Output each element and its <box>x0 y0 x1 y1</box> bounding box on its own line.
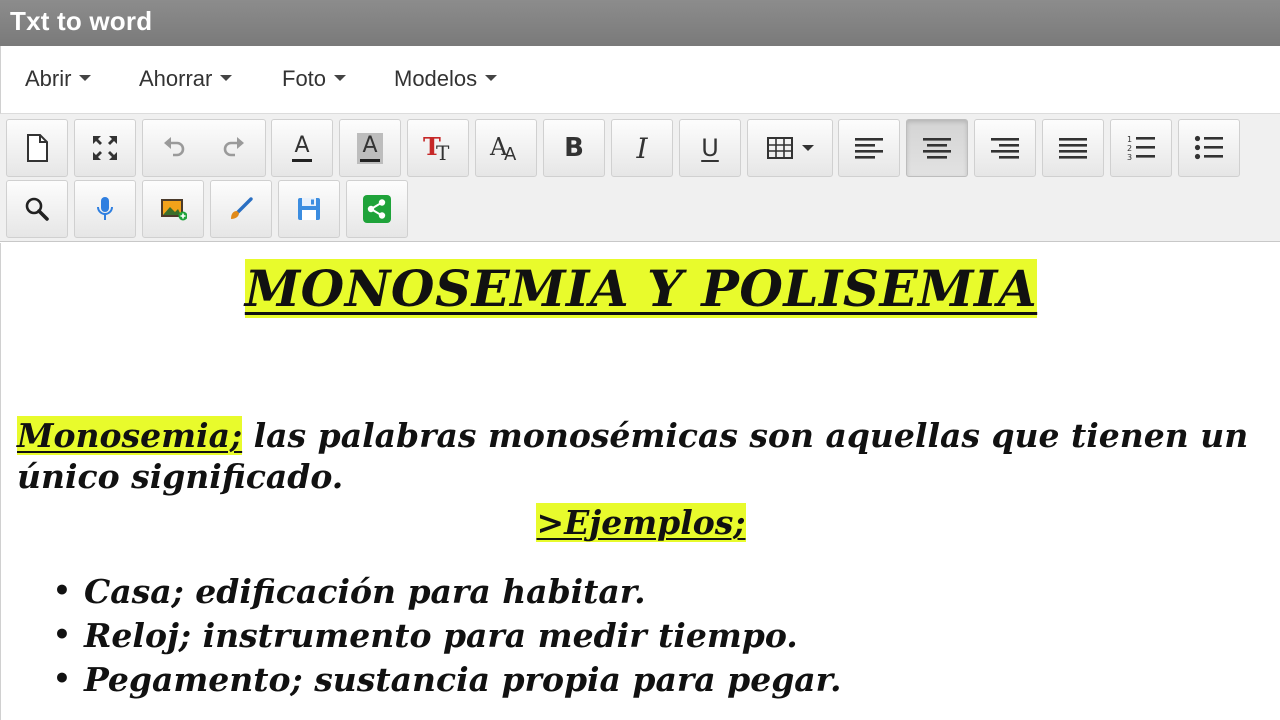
insert-image-icon <box>161 199 187 221</box>
fullscreen-icon <box>93 136 117 160</box>
font-color-button[interactable]: A <box>271 119 333 177</box>
save-button[interactable] <box>278 180 340 238</box>
table-button[interactable] <box>747 119 833 177</box>
examples-list: • Casa; edificación para habitar. • Reloj;… <box>53 571 842 703</box>
font-color-bar <box>292 158 312 162</box>
document-editor[interactable]: MONOSEMIA Y POLISEMIA Monosemia; las pal… <box>0 243 1280 720</box>
bold-button[interactable]: B <box>543 119 605 177</box>
share-icon <box>363 195 391 223</box>
title-bar: Txt to word <box>0 0 1280 46</box>
caret-down-icon <box>485 75 498 82</box>
svg-text:2: 2 <box>1127 144 1132 153</box>
microphone-icon <box>97 197 113 220</box>
formatting-toolbar: A A TT AA B I U 1 2 3 <box>0 114 1280 242</box>
background-color-button[interactable]: A <box>339 119 401 177</box>
undo-icon <box>164 136 185 156</box>
menu-ahorrar-label: Ahorrar <box>139 66 213 91</box>
examples-heading: >Ejemplos; <box>1 503 1280 542</box>
app-window: Txt to word Abrir Ahorrar Foto Modelos A… <box>0 0 1280 720</box>
underline-button[interactable]: U <box>679 119 741 177</box>
caret-down-icon <box>334 75 347 82</box>
list-item-text: Casa; edificación para habitar. <box>84 572 646 611</box>
fullscreen-button[interactable] <box>74 119 136 177</box>
align-right-icon <box>991 138 1019 159</box>
bold-glyph: B <box>564 133 584 163</box>
bullet-icon: • <box>53 618 71 651</box>
menu-ahorrar[interactable]: Ahorrar <box>139 66 233 92</box>
align-justify-icon <box>1059 138 1087 159</box>
caret-down-icon <box>220 75 233 82</box>
new-document-icon <box>27 134 48 162</box>
menu-modelos[interactable]: Modelos <box>394 66 498 92</box>
new-document-button[interactable] <box>6 119 68 177</box>
background-color-glyph: A <box>362 132 378 158</box>
align-center-button[interactable] <box>906 119 968 177</box>
list-item-text: Reloj; instrumento para medir tiempo. <box>84 616 798 655</box>
menu-modelos-label: Modelos <box>394 66 478 91</box>
background-color-bar <box>360 158 380 162</box>
italic-button[interactable]: I <box>611 119 673 177</box>
list-item: • Reloj; instrumento para medir tiempo. <box>53 615 842 659</box>
text-size-icon: TT <box>423 133 450 163</box>
search-icon <box>25 197 49 221</box>
align-left-button[interactable] <box>838 119 900 177</box>
align-justify-button[interactable] <box>1042 119 1104 177</box>
definition-term: Monosemia; <box>17 416 243 455</box>
italic-glyph: I <box>636 131 648 165</box>
brush-icon <box>231 197 253 219</box>
font-color-glyph: A <box>294 132 310 158</box>
unordered-list-icon <box>1194 135 1223 160</box>
ordered-list-icon: 123 <box>1127 135 1155 162</box>
font-family-icon: AA <box>489 133 517 163</box>
caret-down-icon <box>79 75 92 82</box>
menu-abrir-label: Abrir <box>25 66 72 91</box>
text-size-button[interactable]: TT <box>407 119 469 177</box>
underline-glyph: U <box>701 134 719 162</box>
list-item: • Casa; edificación para habitar. <box>53 571 842 615</box>
redo-icon <box>223 136 244 156</box>
share-button[interactable] <box>346 180 408 238</box>
redo-button[interactable] <box>204 133 264 164</box>
svg-text:A: A <box>504 144 517 163</box>
menu-foto-label: Foto <box>282 66 327 91</box>
list-item-text: Pegamento; sustancia propia para pegar. <box>84 660 842 699</box>
examples-heading-text: >Ejemplos; <box>536 503 746 542</box>
bullet-icon: • <box>53 574 71 607</box>
document-heading: MONOSEMIA Y POLISEMIA <box>1 259 1280 318</box>
definition-paragraph: Monosemia; las palabras monosémicas son … <box>17 415 1257 497</box>
bullet-icon: • <box>53 662 71 695</box>
menu-foto[interactable]: Foto <box>282 66 347 92</box>
ordered-list-button[interactable]: 123 <box>1110 119 1172 177</box>
brush-button[interactable] <box>210 180 272 238</box>
align-center-icon <box>923 138 951 159</box>
app-title: Txt to word <box>10 6 153 36</box>
svg-text:3: 3 <box>1127 153 1132 162</box>
svg-text:T: T <box>436 141 450 163</box>
unordered-list-button[interactable] <box>1178 119 1240 177</box>
undo-redo-group <box>142 119 266 177</box>
undo-button[interactable] <box>144 133 204 164</box>
document-heading-text: MONOSEMIA Y POLISEMIA <box>244 259 1038 318</box>
svg-text:1: 1 <box>1127 135 1132 144</box>
search-button[interactable] <box>6 180 68 238</box>
align-right-button[interactable] <box>974 119 1036 177</box>
microphone-button[interactable] <box>74 180 136 238</box>
save-icon <box>298 198 320 220</box>
menu-abrir[interactable]: Abrir <box>25 66 92 92</box>
align-left-icon <box>855 138 883 159</box>
menu-bar: Abrir Ahorrar Foto Modelos <box>0 46 1280 114</box>
font-family-button[interactable]: AA <box>475 119 537 177</box>
list-item: • Pegamento; sustancia propia para pegar. <box>53 659 842 703</box>
table-icon <box>767 137 793 159</box>
chevron-down-icon <box>802 145 814 151</box>
insert-image-button[interactable] <box>142 180 204 238</box>
